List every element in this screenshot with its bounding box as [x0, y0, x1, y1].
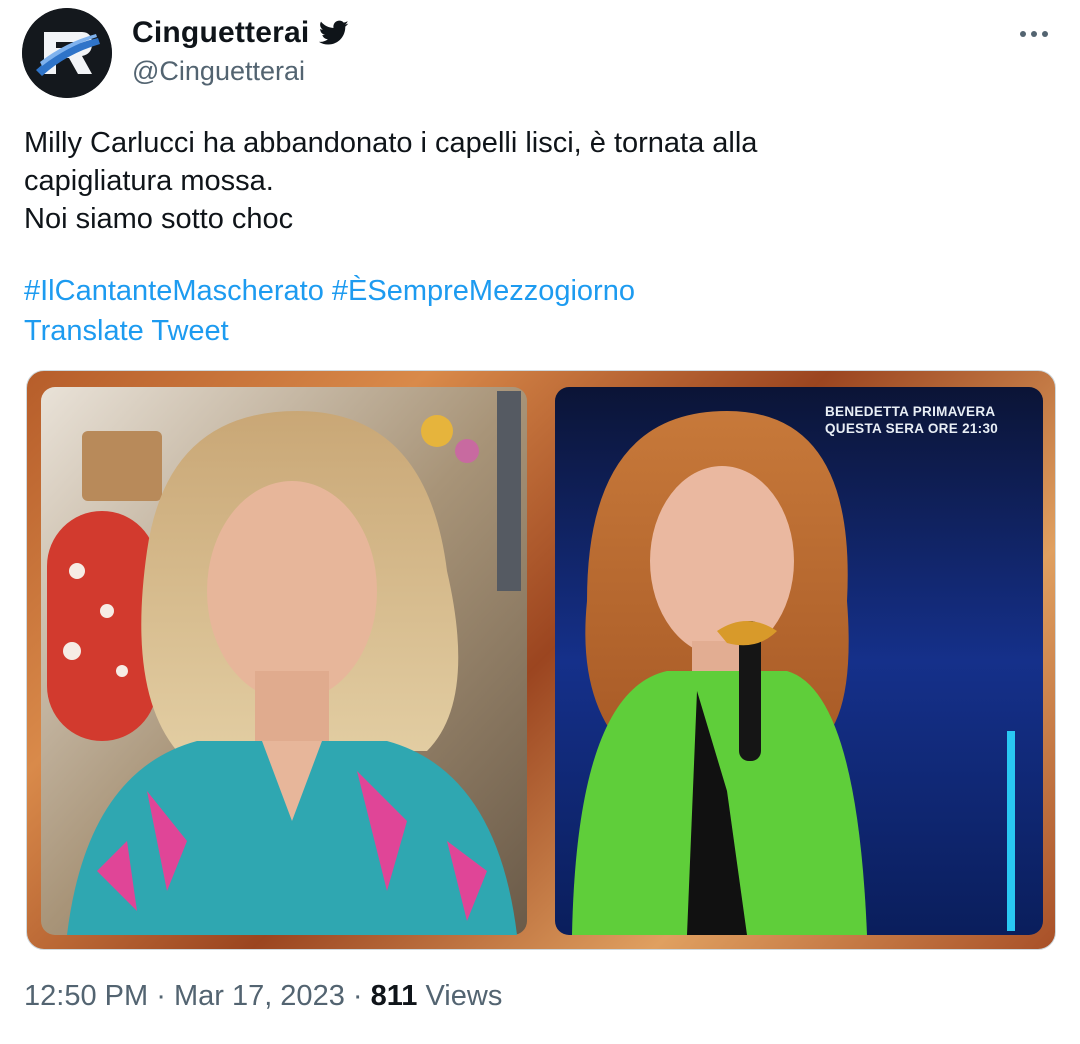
hashtag-link[interactable]: #ÈSempreMezzogiorno [332, 275, 635, 307]
tweet-date[interactable]: Mar 17, 2023 [174, 980, 345, 1012]
overlay-line: BENEDETTA PRIMAVERA [825, 404, 996, 419]
tweet-media-image[interactable]: BENEDETTA PRIMAVERA QUESTA SERA ORE 21:3… [26, 370, 1056, 950]
more-options-button[interactable] [1014, 22, 1054, 46]
more-horizontal-icon-dot [1042, 31, 1048, 37]
views-label: Views [425, 980, 503, 1012]
tweet-time[interactable]: 12:50 PM [24, 980, 148, 1012]
media-collage-photo [41, 387, 1043, 935]
views-count: 811 [370, 980, 418, 1012]
avatar-logo-icon [22, 8, 112, 98]
hashtag-link[interactable]: #IlCantanteMascherato [24, 275, 324, 307]
tweet-text-line: Milly Carlucci ha abbandonato i capelli … [24, 127, 758, 159]
overlay-line: QUESTA SERA ORE 21:30 [825, 421, 999, 436]
author-handle[interactable]: @Cinguetterai [132, 56, 305, 87]
author-name-row[interactable]: Cinguetterai [132, 16, 349, 50]
meta-separator: · [156, 980, 166, 1012]
tweet-header: Cinguetterai @Cinguetterai [22, 8, 1062, 103]
tweet-text-line: Noi siamo sotto choc [24, 203, 294, 235]
meta-separator: · [352, 980, 363, 1012]
tweet-text: Milly Carlucci ha abbandonato i capelli … [24, 124, 1024, 238]
avatar[interactable] [22, 8, 112, 98]
tweet-meta: 12:50 PM · Mar 17, 2023 · 811 Views [24, 980, 502, 1013]
tweet-text-line: capigliatura mossa. [24, 165, 274, 197]
twitter-bird-icon [319, 20, 349, 45]
more-horizontal-icon [1020, 31, 1026, 37]
more-horizontal-icon-dot [1031, 31, 1037, 37]
translate-tweet-link[interactable]: Translate Tweet [24, 312, 229, 350]
hashtags-row: #IlCantanteMascherato #ÈSempreMezzogiorn… [24, 272, 635, 310]
broadcast-overlay-caption: BENEDETTA PRIMAVERA QUESTA SERA ORE 21:3… [825, 403, 998, 437]
author-display-name[interactable]: Cinguetterai [132, 16, 309, 50]
